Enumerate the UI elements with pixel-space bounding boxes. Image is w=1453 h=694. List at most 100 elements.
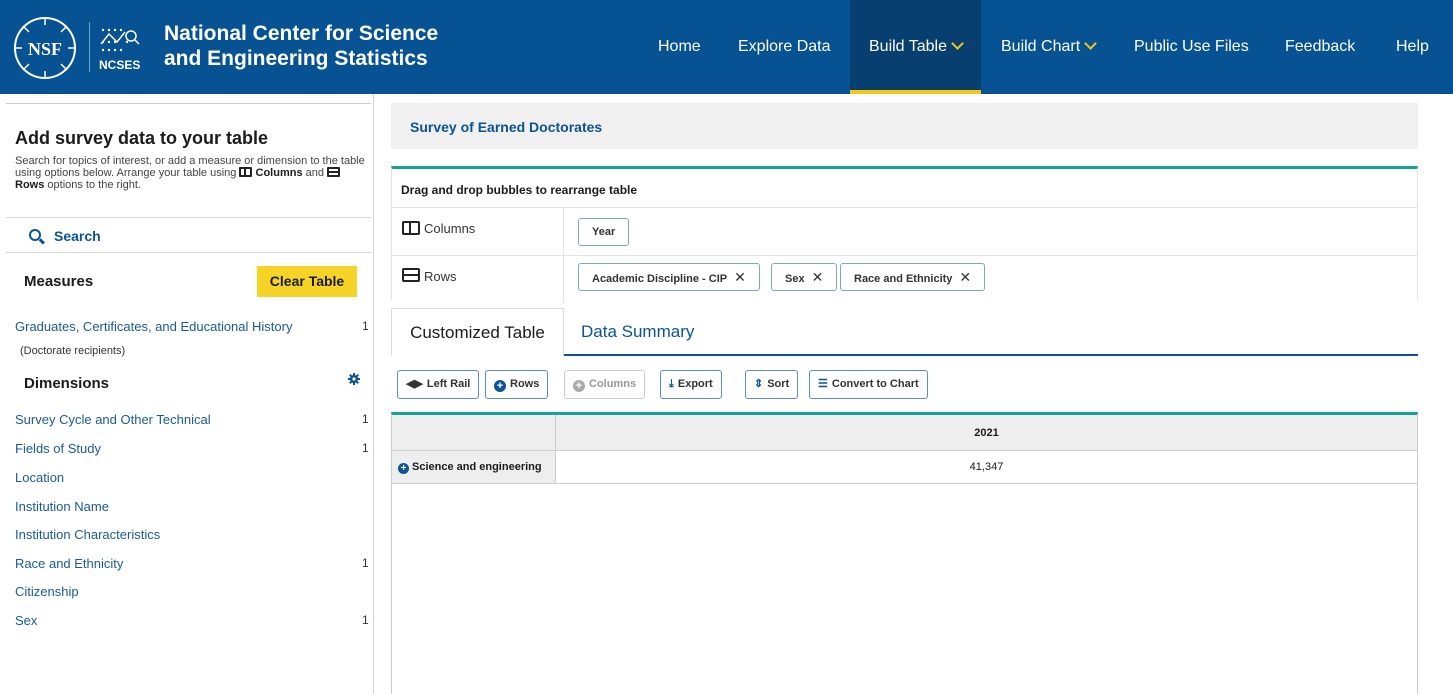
row-header-label: Science and engineering — [412, 461, 542, 473]
dimension-item[interactable]: Location — [15, 470, 64, 485]
nav-feedback[interactable]: Feedback — [1285, 0, 1355, 94]
survey-title-bar: Survey of Earned Doctorates — [391, 103, 1418, 149]
close-icon[interactable]: ✕ — [812, 269, 824, 285]
expand-icon[interactable]: + — [398, 463, 409, 474]
sort-button[interactable]: ⇕ Sort — [745, 370, 799, 399]
column-header: 2021 — [556, 415, 1417, 451]
dimension-item[interactable]: Institution Name — [15, 499, 109, 514]
dimension-item[interactable]: Survey Cycle and Other Technical — [15, 412, 211, 427]
left-rail: Add survey data to your table Search for… — [0, 94, 374, 694]
intro-rows: Rows — [15, 179, 45, 191]
left-rail-intro: Search for topics of interest, or add a … — [15, 155, 370, 191]
rows-icon — [402, 268, 420, 282]
nav-build-chart[interactable]: Build Chart — [1001, 0, 1098, 94]
dimension-count: 1 — [362, 556, 369, 570]
rows-row: Rows Academic Discipline - CIP ✕ Sex ✕ Rac… — [392, 255, 1417, 303]
logo-divider — [89, 22, 90, 72]
dimensions-heading: Dimensions — [24, 375, 110, 392]
nav-build-table[interactable]: Build Table — [850, 0, 981, 94]
nav-build-chart-label: Build Chart — [1001, 38, 1081, 55]
table-cell: 41,347 — [556, 451, 1417, 484]
rows-label: Rows — [424, 269, 457, 284]
intro-text-2: options to the right. — [47, 179, 141, 191]
add-rows-label: Rows — [510, 378, 540, 390]
nav-public-use-files[interactable]: Public Use Files — [1134, 0, 1249, 94]
columns-row: Columns Year — [392, 207, 1417, 255]
measure-item[interactable]: Graduates, Certificates, and Educational… — [15, 319, 292, 334]
search-icon — [29, 229, 41, 241]
svg-text:NCSES: NCSES — [99, 58, 140, 72]
column-pill-year[interactable]: Year — [578, 218, 630, 246]
drag-drop-title: Drag and drop bubbles to rearrange table — [401, 183, 638, 197]
tab-data-summary[interactable]: Data Summary — [581, 308, 694, 354]
tab-customized-table[interactable]: Customized Table — [391, 308, 564, 356]
survey-title: Survey of Earned Doctorates — [410, 119, 603, 135]
clear-table-button[interactable]: Clear Table — [257, 266, 357, 297]
data-table: 2021 + Science and engineering 41,347 — [391, 412, 1418, 694]
left-right-arrows-icon: ◀▶ — [406, 378, 423, 390]
plus-circle-icon: + — [573, 380, 585, 392]
measure-count: 1 — [362, 319, 369, 333]
rows-icon — [327, 167, 341, 177]
dimension-item[interactable]: Race and Ethnicity — [15, 556, 123, 571]
columns-label-cell: Columns — [392, 208, 564, 255]
close-icon[interactable]: ✕ — [959, 269, 971, 285]
columns-label: Columns — [424, 221, 476, 236]
add-columns-label: Columns — [589, 378, 637, 390]
site-title[interactable]: National Center for Science and Engineer… — [164, 21, 464, 71]
left-rail-button[interactable]: ◀▶ Left Rail — [397, 370, 480, 399]
intro-columns: Columns — [255, 167, 303, 179]
table-tabs: Customized Table Data Summary — [391, 308, 1418, 356]
close-icon[interactable]: ✕ — [734, 269, 746, 285]
row-pill-academic-discipline[interactable]: Academic Discipline - CIP ✕ — [578, 263, 760, 291]
sort-label: Sort — [767, 378, 790, 390]
site-header: NSF NCSES National Center for Science an… — [0, 0, 1453, 94]
row-pill-sex[interactable]: Sex ✕ — [771, 263, 838, 291]
divider — [6, 103, 371, 104]
intro-and: and — [305, 167, 324, 179]
search-button[interactable]: Search — [6, 217, 371, 253]
nav-home[interactable]: Home — [658, 0, 701, 94]
columns-icon — [239, 167, 253, 177]
plus-circle-icon: + — [494, 380, 506, 392]
measures-heading: Measures — [24, 273, 94, 290]
search-label: Search — [54, 228, 101, 244]
chart-icon: ☰ — [818, 378, 828, 390]
dimension-count: 1 — [362, 412, 369, 426]
row-pill-race-ethnicity[interactable]: Race and Ethnicity ✕ — [840, 263, 986, 291]
table-corner-cell — [392, 415, 556, 451]
export-button[interactable]: ⤓ Export — [660, 370, 722, 399]
left-rail-label: Left Rail — [426, 378, 471, 390]
ncses-logo: NCSES — [99, 28, 140, 72]
gear-icon[interactable] — [348, 373, 360, 385]
add-rows-button[interactable]: + Rows — [485, 370, 549, 399]
site-title-line2: and Engineering Statistics — [164, 47, 428, 70]
chevron-down-icon — [1084, 37, 1098, 50]
row-pill-label: Race and Ethnicity — [854, 273, 953, 285]
row-pill-label: Sex — [785, 273, 805, 285]
convert-to-chart-label: Convert to Chart — [831, 378, 919, 390]
dimension-count: 1 — [362, 441, 369, 455]
nsf-logo[interactable]: NSF — [12, 15, 78, 81]
rows-label-cell: Rows — [392, 256, 564, 303]
drag-drop-panel: Drag and drop bubbles to rearrange table… — [391, 166, 1418, 303]
nav-build-table-label: Build Table — [869, 38, 947, 55]
row-header[interactable]: + Science and engineering — [392, 451, 556, 484]
chevron-down-icon — [951, 37, 964, 50]
nav-explore-data[interactable]: Explore Data — [738, 0, 831, 94]
export-label: Export — [677, 378, 713, 390]
left-rail-heading: Add survey data to your table — [15, 128, 269, 148]
columns-icon — [402, 221, 420, 235]
dimension-item[interactable]: Citizenship — [15, 584, 79, 599]
add-columns-button[interactable]: + Columns — [564, 370, 646, 399]
site-title-line1: National Center for Science — [164, 22, 439, 45]
dimension-item[interactable]: Fields of Study — [15, 441, 101, 456]
download-icon: ⤓ — [669, 378, 674, 390]
convert-to-chart-button[interactable]: ☰ Convert to Chart — [809, 370, 928, 399]
nav-help[interactable]: Help — [1396, 0, 1429, 94]
dimension-item[interactable]: Sex — [15, 613, 37, 628]
svg-text:NSF: NSF — [28, 39, 62, 59]
sort-icon: ⇕ — [754, 378, 764, 390]
row-pill-label: Academic Discipline - CIP — [592, 273, 728, 285]
dimension-item[interactable]: Institution Characteristics — [15, 527, 160, 542]
